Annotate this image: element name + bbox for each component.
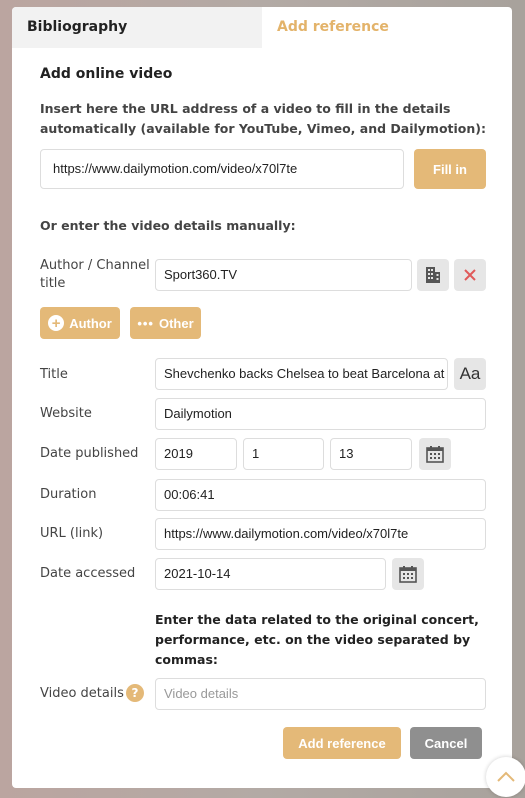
date-published-picker[interactable] [419,438,451,470]
url-instructions: Insert here the URL address of a video t… [40,101,487,136]
manual-heading: Or enter the video details manually: [40,218,296,233]
website-label: Website [40,406,92,421]
date-accessed-label: Date accessed [40,566,136,581]
building-icon [426,267,440,283]
add-other-button[interactable]: ••• Other [130,307,201,339]
title-label: Title [40,367,68,382]
video-details-input[interactable]: Video details [155,678,486,710]
date-accessed-input[interactable]: 2021-10-14 [155,558,386,590]
date-published-label: Date published [40,446,139,461]
fill-in-button[interactable]: Fill in [414,149,486,189]
calendar-icon [399,566,417,583]
duration-label: Duration [40,487,97,502]
url-input[interactable]: https://www.dailymotion.com/video/x70l7t… [155,518,486,550]
video-details-label: Video details [40,686,124,701]
year-input[interactable]: 2019 [155,438,237,470]
add-author-label: Author [69,315,112,331]
help-icon[interactable]: ? [126,684,144,702]
website-input[interactable]: Dailymotion [155,398,486,430]
tab-add-reference[interactable]: Add reference [262,7,512,48]
day-input[interactable]: 13 [330,438,412,470]
cancel-button[interactable]: Cancel [410,727,482,759]
organization-button[interactable] [417,259,449,291]
scroll-to-top-button[interactable] [486,757,525,797]
video-url-input[interactable]: https://www.dailymotion.com/video/x70l7t… [40,149,404,189]
url-label: URL (link) [40,526,104,541]
close-icon [464,269,476,281]
author-label: Author / Channel title [40,258,150,291]
add-other-label: Other [158,315,194,331]
calendar-icon [426,446,444,463]
tab-bibliography[interactable]: Bibliography [12,7,262,48]
author-input[interactable]: Sport360.TV [155,259,412,291]
remove-author-button[interactable] [454,259,486,291]
duration-input[interactable]: 00:06:41 [155,479,486,511]
chevron-up-icon [497,771,515,782]
plus-circle-icon: + [48,315,65,331]
title-input[interactable]: Shevchenko backs Chelsea to beat Barcelo… [155,358,448,390]
add-reference-panel: Bibliography Add reference Add online vi… [12,7,512,788]
page-title: Add online video [40,66,173,82]
add-author-button[interactable]: + Author [40,307,120,339]
add-reference-button[interactable]: Add reference [283,727,401,759]
date-accessed-picker[interactable] [392,558,424,590]
original-data-note: Enter the data related to the original c… [155,612,479,667]
title-case-button[interactable]: Aa [454,358,486,390]
month-input[interactable]: 1 [243,438,324,470]
ellipsis-icon: ••• [137,315,154,331]
